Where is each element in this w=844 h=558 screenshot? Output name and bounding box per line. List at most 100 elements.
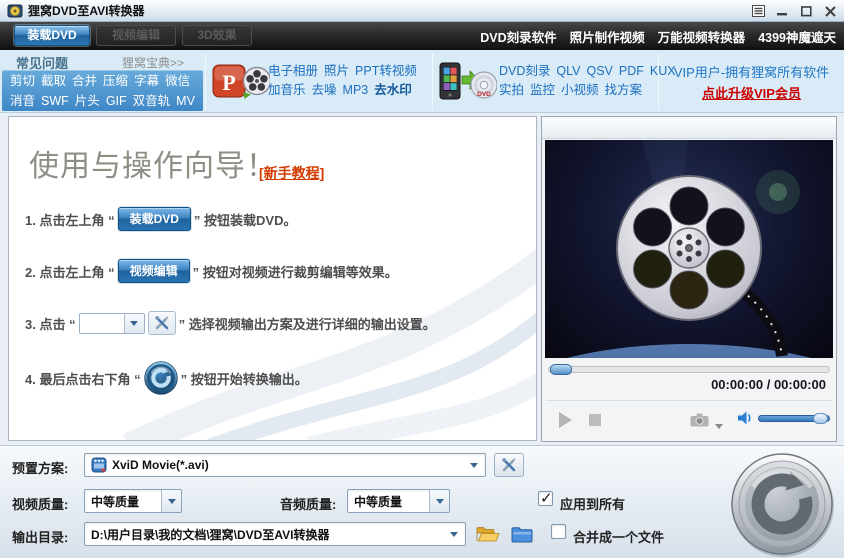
audio-quality-value: 中等质量 — [354, 494, 403, 509]
seek-bar[interactable] — [548, 364, 830, 375]
tab-video-edit[interactable]: 视频编辑 — [96, 25, 176, 46]
dropdown-arrow-icon — [450, 532, 458, 537]
step-text: ” 按钮对视频进行裁剪编辑等效果。 — [192, 264, 398, 280]
seek-thumb[interactable] — [550, 364, 572, 375]
app-icon — [7, 3, 23, 19]
video-quality-select[interactable]: 中等质量 — [84, 489, 182, 513]
main-area: 使用与操作向导！ [新手教程] 1. 点击左上角 “ 装载DVD ” 按钮装载D… — [0, 113, 844, 536]
toolbar-link[interactable]: 照片制作视频 — [570, 27, 645, 46]
video-tool-link[interactable]: QSV — [587, 64, 613, 78]
step-text: ” 按钮开始转换输出。 — [180, 371, 308, 387]
output-dir-label: 输出目录: — [12, 530, 69, 545]
merge-label: 合并成一个文件 — [573, 530, 665, 545]
volume-speaker-icon[interactable] — [738, 411, 753, 428]
volume-thumb[interactable] — [813, 413, 828, 424]
video-tool-link[interactable]: 实拍 — [499, 83, 524, 97]
faq-link[interactable]: 双音轨 — [133, 94, 171, 108]
snapshot-menu-arrow-icon[interactable] — [715, 418, 723, 432]
tab-load-dvd[interactable]: 装载DVD — [14, 25, 90, 46]
faq-link[interactable]: 消音 — [10, 94, 35, 108]
step-text: 1. 点击左上角 “ — [25, 212, 115, 228]
preset-value: XviD Movie(*.avi) — [112, 458, 209, 472]
video-tool-link[interactable]: 找方案 — [605, 83, 643, 97]
app-window: 狸窝DVD至AVI转换器 装载DVD 视频编辑 3D效果 DVD刻录软件 照片制作… — [0, 0, 844, 558]
photo-tool-link[interactable]: 去水印 — [374, 83, 412, 97]
film-reel-graphic — [454, 135, 844, 536]
photo-tool-link[interactable]: 去噪 — [312, 83, 337, 97]
preview-panel: 00:00:00 / 00:00:00 — [454, 116, 844, 536]
preset-select[interactable]: XviD Movie(*.avi) — [84, 453, 486, 477]
start-convert-button[interactable] — [729, 451, 835, 557]
window-title: 狸窝DVD至AVI转换器 — [28, 4, 145, 18]
video-tool-link[interactable]: DVD刻录 — [499, 64, 550, 78]
faq-links-box: 剪切 截取 合并 压缩 字幕 微信 消音 SWF 片头 GIF 双音轨 MV — [2, 70, 203, 111]
faq-link[interactable]: 片头 — [75, 94, 100, 108]
apply-all-label: 应用到所有 — [560, 497, 626, 512]
faq-link[interactable]: 微信 — [165, 74, 190, 88]
video-preview — [454, 135, 844, 536]
photo-tool-link[interactable]: MP3 — [343, 83, 369, 97]
vip-text: VIP用户-拥有狸窝所有软件 — [673, 65, 830, 80]
preset-combo-illustration — [78, 312, 145, 334]
ppt-to-video-icon[interactable]: P — [212, 62, 272, 103]
output-dir-select[interactable]: D:\用户目录\我的文档\狸窝\DVD至AVI转换器 — [84, 522, 466, 546]
volume-slider[interactable] — [758, 413, 830, 424]
faq-link[interactable]: 字幕 — [134, 74, 159, 88]
play-icon[interactable] — [559, 412, 572, 428]
output-dir-value: D:\用户目录\我的文档\狸窝\DVD至AVI转换器 — [91, 527, 330, 542]
merge-checkbox[interactable] — [551, 524, 566, 539]
output-settings-panel: 预置方案: XviD Movie(*.avi) 视频质量: 中等质量 音频质量:… — [0, 445, 844, 558]
faq-section: 常见问题 狸窝宝典>> 剪切 截取 合并 压缩 字幕 微信 消音 SWF 片头 GIF 双音轨 MV — [0, 50, 205, 113]
stop-icon[interactable] — [589, 414, 601, 426]
phone-dvd-icon[interactable]: DVD — [439, 61, 498, 105]
browse-folder-button[interactable] — [508, 523, 536, 545]
photo-tools-links: 电子相册 照片 PPT转视频 加音乐 去噪 MP3 去水印 — [268, 62, 423, 100]
video-tool-link[interactable]: QLV — [556, 64, 580, 78]
toolbar-link[interactable]: 万能视频转换器 — [658, 27, 746, 46]
open-folder-button[interactable] — [474, 523, 502, 545]
toolbar-link[interactable]: 4399神魔遮天 — [758, 27, 836, 46]
guide-title: 使用与操作向导！ — [29, 150, 277, 183]
video-tool-link[interactable]: PDF — [619, 64, 644, 78]
menu-icon[interactable] — [750, 4, 766, 18]
load-dvd-button-illustration: 装载DVD — [117, 207, 191, 231]
snapshot-camera-icon[interactable] — [690, 413, 709, 430]
toolbar-link[interactable]: DVD刻录软件 — [480, 27, 556, 46]
step-text: 4. 最后点击右下角 “ — [25, 371, 141, 387]
photo-tool-link[interactable]: 照片 — [324, 64, 349, 78]
step-text: ” 按钮装载DVD。 — [193, 212, 297, 228]
minimize-button[interactable] — [774, 4, 790, 18]
treasury-link[interactable]: 狸窝宝典>> — [122, 54, 184, 71]
audio-quality-select[interactable]: 中等质量 — [347, 489, 450, 513]
close-icon[interactable] — [822, 4, 838, 18]
tutorial-link[interactable]: [新手教程] — [259, 163, 324, 183]
guide-panel: 使用与操作向导！ [新手教程] 1. 点击左上角 “ 装载DVD ” 按钮装载D… — [8, 116, 537, 441]
faq-link[interactable]: 合并 — [72, 74, 97, 88]
maximize-button[interactable] — [798, 4, 814, 18]
faq-link[interactable]: 剪切 — [10, 74, 35, 88]
faq-link[interactable]: MV — [176, 94, 195, 108]
photo-tool-link[interactable]: 电子相册 — [268, 64, 318, 78]
apply-all-checkbox[interactable] — [538, 489, 553, 507]
step-text: ” 选择视频输出方案及进行详细的输出设置。 — [178, 316, 436, 332]
toolbar-links: DVD刻录软件 照片制作视频 万能视频转换器 4399神魔遮天 — [480, 22, 836, 50]
faq-link[interactable]: GIF — [106, 94, 127, 108]
guide-step-2: 2. 点击左上角 “ 视频编辑 ” 按钮对视频进行裁剪编辑等效果。 — [25, 259, 398, 283]
tab-3d-effect[interactable]: 3D效果 — [182, 25, 252, 46]
preset-settings-button[interactable] — [494, 453, 524, 477]
convert-button-illustration — [143, 361, 178, 395]
photo-tool-link[interactable]: 加音乐 — [268, 83, 306, 97]
video-edit-button-illustration: 视频编辑 — [117, 259, 190, 283]
faq-link[interactable]: SWF — [41, 94, 69, 108]
video-tools-links: DVD刻录 QLV QSV PDF KUX 实拍 监控 小视频 找方案 — [499, 62, 682, 100]
video-tool-link[interactable]: 监控 — [530, 83, 555, 97]
svg-text:P: P — [222, 70, 235, 95]
faq-link[interactable]: 截取 — [41, 74, 66, 88]
preset-label: 预置方案: — [12, 461, 69, 476]
vip-upgrade-link[interactable]: 点此升级VIP会员 — [659, 83, 844, 102]
video-tool-link[interactable]: 小视频 — [561, 83, 599, 97]
step-text: 2. 点击左上角 “ — [25, 264, 115, 280]
dropdown-arrow-icon — [161, 490, 181, 512]
photo-tool-link[interactable]: PPT转视频 — [355, 64, 417, 78]
faq-link[interactable]: 压缩 — [103, 74, 128, 88]
